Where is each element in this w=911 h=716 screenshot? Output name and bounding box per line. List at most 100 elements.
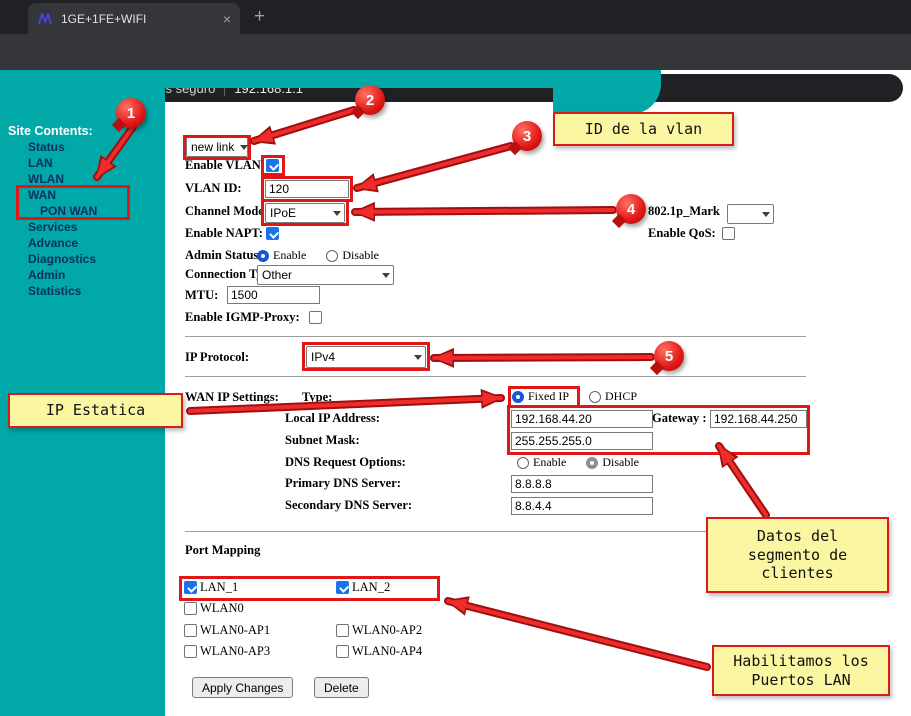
local-ip-input[interactable] xyxy=(511,410,653,428)
port-wlan0-ap1: WLAN0-AP1 xyxy=(184,623,270,638)
header-band xyxy=(165,70,557,88)
new-tab-button[interactable]: + xyxy=(254,6,265,28)
browser-window: 1GE+1FE+WIFI × + ← → ⟳ No es seguro 192.… xyxy=(0,0,911,716)
link-select-value: new link xyxy=(191,140,234,154)
admin-enable-radio[interactable] xyxy=(257,250,269,262)
tab-favicon xyxy=(37,11,53,27)
wlan0-ap4-checkbox[interactable] xyxy=(336,645,349,658)
port-mapping-title: Port Mapping xyxy=(185,543,260,558)
dhcp-radio[interactable] xyxy=(589,391,601,403)
sidebar-item-pon-wan[interactable]: PON WAN xyxy=(40,204,97,218)
dns-enable-label: Enable xyxy=(533,455,566,470)
vlan-id-label: VLAN ID: xyxy=(185,181,242,196)
sidebar-item-diagnostics[interactable]: Diagnostics xyxy=(28,252,96,266)
delete-button[interactable]: Delete xyxy=(314,677,369,698)
subnet-mask-label: Subnet Mask: xyxy=(285,433,360,448)
port-wlan0-ap3: WLAN0-AP3 xyxy=(184,644,270,659)
step-badge-3: 3 xyxy=(512,121,542,151)
tab-strip: 1GE+1FE+WIFI × + xyxy=(0,0,911,34)
admin-disable-label: Disable xyxy=(342,248,379,263)
step-badge-2: 2 xyxy=(355,85,385,115)
port-label: LAN_2 xyxy=(352,580,390,595)
enable-vlan-checkbox[interactable] xyxy=(266,159,279,172)
dns-disable-label: Disable xyxy=(602,455,639,470)
port-label: WLAN0-AP3 xyxy=(200,644,270,659)
local-ip-label: Local IP Address: xyxy=(285,411,380,426)
lan1-checkbox[interactable] xyxy=(184,581,197,594)
browser-tab[interactable]: 1GE+1FE+WIFI × xyxy=(28,3,240,34)
primary-dns-label: Primary DNS Server: xyxy=(285,476,401,491)
vlan-id-input[interactable] xyxy=(265,180,349,198)
enable-qos-checkbox[interactable] xyxy=(722,227,735,240)
ip-protocol-label: IP Protocol: xyxy=(185,350,249,365)
wan-ip-settings-label: WAN IP Settings: xyxy=(185,390,279,405)
mtu-label: MTU: xyxy=(185,288,218,303)
enable-qos-label: Enable QoS: xyxy=(648,226,716,241)
port-lan2: LAN_2 xyxy=(336,580,390,595)
port-wlan0-ap4: WLAN0-AP4 xyxy=(336,644,422,659)
mtu-input[interactable] xyxy=(227,286,320,304)
enable-igmp-checkbox[interactable] xyxy=(309,311,322,324)
secondary-dns-input[interactable] xyxy=(511,497,653,515)
port-label: WLAN0 xyxy=(200,601,244,616)
close-tab-icon[interactable]: × xyxy=(223,11,231,27)
divider xyxy=(185,376,806,377)
dns-enable-radio[interactable] xyxy=(517,457,529,469)
enable-igmp-label: Enable IGMP-Proxy: xyxy=(185,310,300,325)
chevron-down-icon xyxy=(240,145,248,154)
wlan0-checkbox[interactable] xyxy=(184,602,197,615)
ip-protocol-select[interactable]: IPv4 xyxy=(306,346,426,368)
step-badge-5: 5 xyxy=(654,341,684,371)
8021p-mark-select[interactable] xyxy=(727,204,774,224)
wan-ip-type-label: Type: xyxy=(302,390,332,405)
tab-title: 1GE+1FE+WIFI xyxy=(61,12,215,26)
callout-vlan-id: ID de la vlan xyxy=(553,112,734,146)
wlan0-ap3-checkbox[interactable] xyxy=(184,645,197,658)
lan2-checkbox[interactable] xyxy=(336,581,349,594)
admin-status-label: Admin Status: xyxy=(185,248,262,263)
port-label: WLAN0-AP2 xyxy=(352,623,422,638)
sidebar-item-services[interactable]: Services xyxy=(28,220,77,234)
sidebar-item-status[interactable]: Status xyxy=(28,140,65,154)
gateway-label: Gateway : xyxy=(652,411,707,426)
wlan0-ap2-checkbox[interactable] xyxy=(336,624,349,637)
admin-enable-label: Enable xyxy=(273,248,306,263)
dns-request-options: Enable Disable xyxy=(517,455,639,470)
enable-napt-label: Enable NAPT: xyxy=(185,226,263,241)
channel-mode-select[interactable]: IPoE xyxy=(265,203,345,223)
callout-static-ip: IP Estatica xyxy=(8,393,183,428)
ip-protocol-value: IPv4 xyxy=(311,350,335,364)
sidebar-item-wan[interactable]: WAN xyxy=(28,188,56,202)
subnet-mask-input[interactable] xyxy=(511,432,653,450)
sidebar-item-admin[interactable]: Admin xyxy=(28,268,65,282)
sidebar-title: Site Contents: xyxy=(8,124,93,138)
connection-type-select[interactable]: Other xyxy=(257,265,394,285)
callout-client-segment: Datos del segmento de clientes xyxy=(706,517,889,593)
enable-napt-checkbox[interactable] xyxy=(266,227,279,240)
port-wlan0-ap2: WLAN0-AP2 xyxy=(336,623,422,638)
wlan0-ap1-checkbox[interactable] xyxy=(184,624,197,637)
primary-dns-input[interactable] xyxy=(511,475,653,493)
sidebar-item-advance[interactable]: Advance xyxy=(28,236,78,250)
port-label: WLAN0-AP1 xyxy=(200,623,270,638)
port-wlan0: WLAN0 xyxy=(184,601,244,616)
gateway-input[interactable] xyxy=(710,410,807,428)
fixed-ip-radio[interactable] xyxy=(512,391,524,403)
dns-disable-radio[interactable] xyxy=(586,457,598,469)
sidebar-item-statistics[interactable]: Statistics xyxy=(28,284,81,298)
apply-changes-button[interactable]: Apply Changes xyxy=(192,677,293,698)
sidebar-item-wlan[interactable]: WLAN xyxy=(28,172,64,186)
port-label: WLAN0-AP4 xyxy=(352,644,422,659)
channel-mode-value: IPoE xyxy=(270,206,296,220)
callout-lan-ports: Habilitamos los Puertos LAN xyxy=(712,645,890,696)
fixed-ip-label: Fixed IP xyxy=(528,389,569,404)
port-lan1: LAN_1 xyxy=(184,580,238,595)
admin-disable-radio[interactable] xyxy=(326,250,338,262)
chevron-down-icon xyxy=(333,211,341,220)
link-select[interactable]: new link xyxy=(186,137,248,157)
step-badge-1: 1 xyxy=(116,98,146,128)
enable-vlan-label: Enable VLAN: xyxy=(185,158,265,173)
secondary-dns-label: Secondary DNS Server: xyxy=(285,498,412,513)
port-label: LAN_1 xyxy=(200,580,238,595)
sidebar-item-lan[interactable]: LAN xyxy=(28,156,53,170)
